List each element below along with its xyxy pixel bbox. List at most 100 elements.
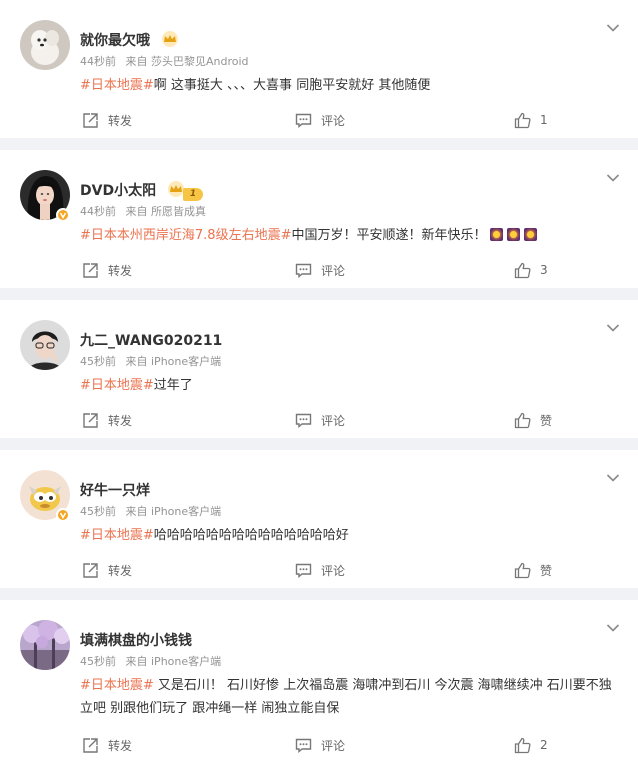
user-name-text[interactable]: 就你最欠哦 — [80, 33, 150, 49]
repost-icon — [83, 262, 98, 278]
like-count: 赞 — [540, 563, 553, 578]
comment-button[interactable]: 评论 — [295, 410, 345, 430]
post-source: iPhone客户端 — [151, 655, 222, 668]
comment-icon — [295, 738, 312, 753]
repost-button[interactable]: 转发 — [82, 735, 132, 755]
chevron-down-icon[interactable] — [606, 168, 620, 182]
post-source: 所愿皆成真 — [151, 205, 206, 218]
like-count: 2 — [540, 738, 548, 752]
comment-card: 好牛一只烊 45秒前 来自 iPhone客户端 #日本地震#哈哈哈哈哈哈哈哈哈哈… — [0, 450, 638, 588]
avatar[interactable] — [20, 20, 70, 70]
topic-link[interactable]: #日本本州西岸近海7.8级左右地震# — [80, 228, 291, 243]
thumbs-up-icon — [514, 412, 531, 428]
chevron-down-icon[interactable] — [606, 18, 620, 32]
fireworks-emoji-icon — [507, 228, 521, 241]
comment-label: 评论 — [321, 563, 346, 578]
comment-body: 啊 这事挺大 、、、大喜事 同胞平安就好 其他随便 — [153, 78, 431, 93]
avatar[interactable] — [20, 620, 70, 670]
comment-button[interactable]: 评论 — [295, 260, 345, 280]
post-time[interactable]: 44秒前 — [80, 205, 116, 218]
repost-icon — [83, 562, 98, 578]
post-meta: 45秒前 来自 iPhone客户端 — [80, 653, 221, 669]
comment-card: DVD小太阳 1 44秒前 来自 所愿皆成真 #日本本州西岸近海7.8级左右地震… — [0, 150, 638, 288]
repost-button[interactable]: 转发 — [82, 110, 132, 130]
thumbs-up-icon — [514, 112, 531, 128]
comment-text: #日本地震#哈哈哈哈哈哈哈哈哈哈哈哈哈哈好 — [80, 524, 620, 547]
comment-button[interactable]: 评论 — [295, 110, 345, 130]
post-meta: 45秒前 来自 iPhone客户端 — [80, 353, 221, 369]
action-bar: 转发 评论 3 — [0, 260, 638, 280]
user-name-text[interactable]: 好牛一只烊 — [80, 483, 150, 499]
thumbs-up-icon — [514, 562, 531, 578]
topic-link[interactable]: #日本地震# — [80, 678, 154, 693]
repost-label: 转发 — [108, 413, 133, 428]
comment-label: 评论 — [321, 263, 346, 278]
verified-badge-icon — [56, 508, 70, 522]
comment-label: 评论 — [321, 738, 346, 753]
repost-button[interactable]: 转发 — [82, 260, 132, 280]
repost-icon — [83, 112, 98, 128]
comment-body: 又是石川！ 石川好惨 上次福岛震 海啸冲到石川 今次震 海啸继续冲 石川要不独立… — [80, 678, 612, 716]
topic-link[interactable]: #日本地震# — [80, 528, 154, 543]
chevron-down-icon[interactable] — [606, 468, 620, 482]
like-count: 3 — [540, 263, 548, 277]
user-name[interactable]: 九二_WANG020211 — [80, 330, 222, 350]
post-meta: 44秒前 来自 莎头巴黎见Android — [80, 53, 249, 69]
source-prefix: 来自 — [125, 205, 148, 218]
post-meta: 45秒前 来自 iPhone客户端 — [80, 503, 221, 519]
chevron-down-icon[interactable] — [606, 618, 620, 632]
user-name[interactable]: 就你最欠哦 — [80, 30, 179, 51]
comment-body: 哈哈哈哈哈哈哈哈哈哈哈哈哈哈好 — [153, 528, 349, 543]
user-name[interactable]: DVD小太阳 1 — [80, 180, 203, 201]
repost-label: 转发 — [108, 263, 133, 278]
level-badge: 1 — [182, 188, 203, 201]
repost-button[interactable]: 转发 — [82, 560, 132, 580]
repost-icon — [83, 737, 98, 753]
source-prefix: 来自 — [125, 655, 148, 668]
comment-icon — [295, 263, 312, 278]
avatar[interactable] — [20, 320, 70, 370]
user-name-text[interactable]: DVD小太阳 — [80, 183, 156, 199]
comment-icon — [295, 113, 312, 128]
like-button[interactable]: 赞 — [514, 560, 552, 580]
user-name-text[interactable]: 填满棋盘的小钱钱 — [80, 633, 192, 649]
post-time[interactable]: 44秒前 — [80, 55, 116, 68]
fireworks-emoji-icon — [490, 228, 504, 241]
post-source: 莎头巴黎见Android — [151, 55, 249, 68]
like-button[interactable]: 3 — [514, 260, 548, 280]
post-time[interactable]: 45秒前 — [80, 655, 116, 668]
like-button[interactable]: 2 — [514, 735, 548, 755]
comment-text: #日本地震# 又是石川！ 石川好惨 上次福岛震 海啸冲到石川 今次震 海啸继续冲… — [80, 674, 620, 720]
fireworks-emoji-icon — [524, 228, 538, 241]
post-source: iPhone客户端 — [151, 355, 222, 368]
repost-label: 转发 — [108, 738, 133, 753]
comment-button[interactable]: 评论 — [295, 735, 345, 755]
repost-label: 转发 — [108, 113, 133, 128]
topic-link[interactable]: #日本地震# — [80, 378, 154, 393]
source-prefix: 来自 — [125, 55, 148, 68]
comment-card: 就你最欠哦 44秒前 来自 莎头巴黎见Android #日本地震#啊 这事挺大 … — [0, 0, 638, 138]
user-name[interactable]: 好牛一只烊 — [80, 480, 150, 500]
comment-button[interactable]: 评论 — [295, 560, 345, 580]
action-bar: 转发 评论 2 — [0, 735, 638, 755]
post-time[interactable]: 45秒前 — [80, 505, 116, 518]
like-button[interactable]: 1 — [514, 110, 548, 130]
thumbs-up-icon — [514, 262, 531, 278]
topic-link[interactable]: #日本地震# — [80, 78, 154, 93]
source-prefix: 来自 — [125, 505, 148, 518]
comment-text: #日本地震#啊 这事挺大 、、、大喜事 同胞平安就好 其他随便 — [80, 74, 620, 97]
repost-button[interactable]: 转发 — [82, 410, 132, 430]
repost-label: 转发 — [108, 563, 133, 578]
crown-icon — [161, 31, 179, 51]
action-bar: 转发 评论 赞 — [0, 410, 638, 430]
comment-body: 过年了 — [153, 378, 193, 393]
comment-icon — [295, 413, 312, 428]
like-button[interactable]: 赞 — [514, 410, 552, 430]
user-name-text[interactable]: 九二_WANG020211 — [80, 333, 222, 349]
user-name[interactable]: 填满棋盘的小钱钱 — [80, 630, 192, 650]
post-time[interactable]: 45秒前 — [80, 355, 116, 368]
source-prefix: 来自 — [125, 355, 148, 368]
comment-card: 填满棋盘的小钱钱 45秒前 来自 iPhone客户端 #日本地震# 又是石川！ … — [0, 600, 638, 760]
action-bar: 转发 评论 赞 — [0, 560, 638, 580]
chevron-down-icon[interactable] — [606, 318, 620, 332]
